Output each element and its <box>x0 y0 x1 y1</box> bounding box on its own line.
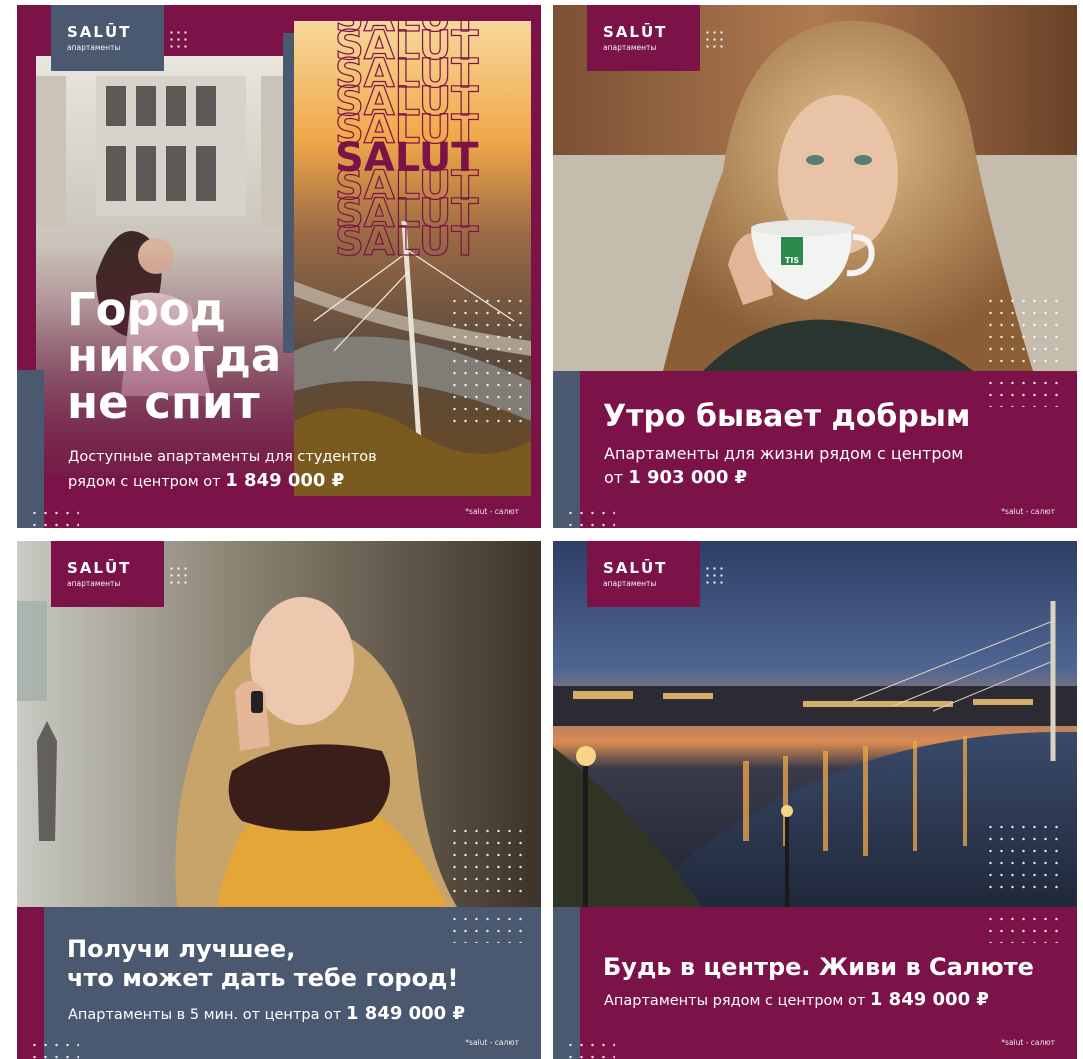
dot-grid-panel <box>985 913 1063 943</box>
corner-dots <box>565 1039 615 1059</box>
slate-strip-mid <box>283 33 294 353</box>
panel-stripe <box>553 907 580 1059</box>
banner-subtext: Доступные апартаменты для студентов рядо… <box>68 447 377 494</box>
slate-strip-left <box>17 370 44 528</box>
logo-dots <box>168 29 188 51</box>
banner-subtext: Апартаменты для жизни рядом с центром от… <box>604 442 963 491</box>
corner-dots <box>29 507 79 527</box>
panel-stripe <box>553 371 580 528</box>
salut-logo: SALŪT апартаменты <box>51 5 188 71</box>
price: 1 849 000 ₽ <box>346 1003 465 1024</box>
footnote: *salut - салют <box>1001 507 1055 516</box>
subtext-line-1: Апартаменты для жизни рядом с центром <box>604 444 964 463</box>
logo-dots <box>168 565 188 587</box>
salut-outline-8: SALUT <box>335 219 479 265</box>
subtext-line-1: Доступные апартаменты для студентов <box>68 449 377 465</box>
subtext-line-2: от 1 903 000 ₽ <box>604 467 748 489</box>
dot-grid-top <box>449 825 527 897</box>
banner-heading: Утро бывает добрым <box>603 399 971 434</box>
banner-good-morning[interactable]: TIS SALŪT апартаменты Утро бывает добрым… <box>553 5 1077 528</box>
salut-logo: SALŪT апартаменты <box>587 5 724 71</box>
panel-stripe <box>17 907 44 1059</box>
dot-grid-panel <box>985 377 1063 407</box>
footnote: *salut - салют <box>465 507 519 516</box>
banner-subtext: Апартаменты в 5 мин. от центра от 1 849 … <box>68 1003 465 1024</box>
salut-logo: SALŪT апартаменты <box>587 541 724 607</box>
logo-dots <box>704 29 724 51</box>
corner-dots <box>565 507 615 527</box>
banner-heading: Получи лучшее, что может дать тебе город… <box>67 935 459 992</box>
subtext-line-2: рядом с центром от 1 849 000 ₽ <box>68 470 345 492</box>
cup-label: TIS <box>785 256 799 265</box>
price: 1 903 000 ₽ <box>628 467 748 489</box>
banner-be-in-center[interactable]: SALŪT апартаменты Будь в центре. Живи в … <box>553 541 1077 1059</box>
dot-grid-top <box>985 821 1063 896</box>
price: 1 849 000 ₽ <box>225 470 345 492</box>
footnote: *salut - салют <box>465 1038 519 1047</box>
price: 1 849 000 ₽ <box>869 989 989 1010</box>
banner-subtext: Апартаменты рядом с центром от 1 849 000… <box>604 989 989 1010</box>
banner-heading: Будь в центре. Живи в Салюте <box>603 953 1034 981</box>
banner-get-the-best[interactable]: SALŪT апартаменты Получи лучшее, что мож… <box>17 541 541 1059</box>
footnote: *salut - салют <box>1001 1038 1055 1047</box>
dot-grid-top <box>985 295 1063 365</box>
dot-grid <box>449 295 527 425</box>
logo-dots <box>704 565 724 587</box>
corner-dots <box>29 1039 79 1059</box>
banner-heading: Город никогда не спит <box>67 283 282 429</box>
dot-grid-panel <box>449 913 527 943</box>
salut-logo: SALŪT апартаменты <box>51 541 188 607</box>
banner-city-never-sleeps[interactable]: SALUT SALUT SALUT SALUT SALUT SALUT SALU… <box>17 5 541 528</box>
salut-repeated-wordmark: SALUT SALUT SALUT SALUT SALUT SALUT SALU… <box>334 5 480 266</box>
